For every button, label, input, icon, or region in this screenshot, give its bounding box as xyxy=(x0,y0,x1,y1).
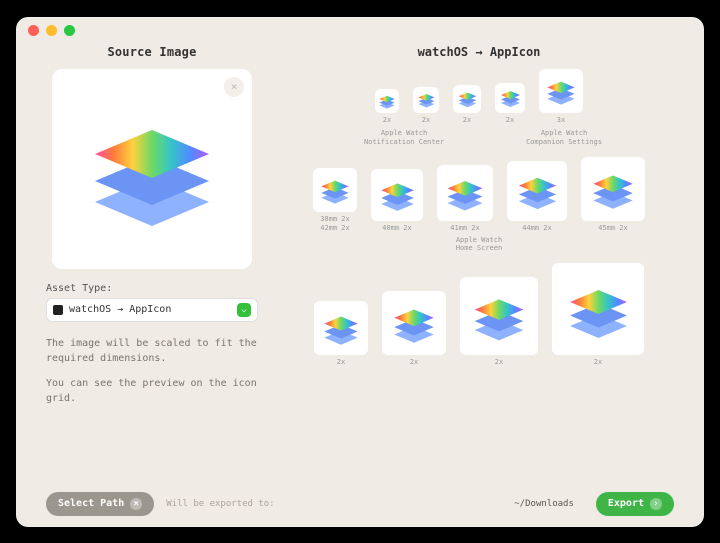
group-caption: Apple Watch Notification Center xyxy=(334,129,474,147)
icon-cell: 44mm 2x xyxy=(507,161,567,233)
asset-type-row: Asset Type: watchOS → AppIcon ⌵ xyxy=(46,283,258,322)
export-hint: Will be exported to: xyxy=(166,499,502,509)
icon-tile xyxy=(460,277,538,355)
icon-size-label: 3x xyxy=(557,116,565,125)
icon-cell: 3x xyxy=(539,69,583,125)
icon-cell: 2x xyxy=(413,87,439,125)
icon-size-label: 2x xyxy=(506,116,514,125)
close-icon: × xyxy=(231,80,238,93)
grid-group-2: 38mm 2x 42mm 2x 40mm 2x 41mm 2x 44mm 2x … xyxy=(284,157,674,253)
icon-tile xyxy=(382,291,446,355)
icon-cell: 38mm 2x 42mm 2x xyxy=(313,168,357,233)
source-image-well[interactable]: × xyxy=(52,69,252,269)
asset-type-select[interactable]: watchOS → AppIcon ⌵ xyxy=(46,298,258,322)
icon-tile xyxy=(507,161,567,221)
select-path-button[interactable]: Select Path × xyxy=(46,492,154,516)
icon-tile xyxy=(495,83,525,113)
grid-group-3: 2x 2x 2x 2x xyxy=(284,263,674,367)
asset-type-value: watchOS → AppIcon xyxy=(69,304,171,315)
icon-cell: 2x xyxy=(460,277,538,367)
icon-size-label: 2x xyxy=(463,116,471,125)
icon-tile xyxy=(413,87,439,113)
icon-size-label: 45mm 2x xyxy=(598,224,628,233)
folder-icon: × xyxy=(130,498,142,510)
icon-tile xyxy=(453,85,481,113)
icon-size-label: 2x xyxy=(410,358,418,367)
window-minimize-button[interactable] xyxy=(46,25,57,36)
icon-size-label: 2x xyxy=(422,116,430,125)
icon-tile xyxy=(313,168,357,212)
source-title: Source Image xyxy=(46,45,258,59)
export-label: Export xyxy=(608,498,644,509)
right-column: watchOS → AppIcon 2x 2x 2x 2x 3x Apple W… xyxy=(284,45,674,481)
content: Source Image × xyxy=(16,45,704,481)
export-path: ~/Downloads xyxy=(514,499,574,509)
icon-tile xyxy=(539,69,583,113)
titlebar xyxy=(16,17,704,45)
arrow-right-icon: › xyxy=(650,498,662,510)
icon-size-label: 2x xyxy=(337,358,345,367)
left-column: Source Image × xyxy=(46,45,258,481)
icon-cell: 2x xyxy=(314,301,368,367)
icon-tile xyxy=(371,169,423,221)
icon-tile xyxy=(581,157,645,221)
icon-cell: 41mm 2x xyxy=(437,165,493,233)
icon-tile xyxy=(375,89,399,113)
app-window: Source Image × xyxy=(16,17,704,527)
select-path-label: Select Path xyxy=(58,498,124,509)
window-zoom-button[interactable] xyxy=(64,25,75,36)
watch-icon xyxy=(53,305,63,315)
grid-title: watchOS → AppIcon xyxy=(284,45,674,59)
icon-size-label: 40mm 2x xyxy=(382,224,412,233)
icon-cell: 45mm 2x xyxy=(581,157,645,233)
icon-tile xyxy=(552,263,644,355)
icon-size-label: 38mm 2x 42mm 2x xyxy=(320,215,350,233)
clear-source-button[interactable]: × xyxy=(224,77,244,97)
asset-type-label: Asset Type: xyxy=(46,283,258,294)
icon-cell: 2x xyxy=(453,85,481,125)
icon-cell: 2x xyxy=(495,83,525,125)
icon-size-label: 41mm 2x xyxy=(450,224,480,233)
source-stack-icon xyxy=(77,94,227,244)
icon-grid: 2x 2x 2x 2x 3x Apple Watch Notification … xyxy=(284,69,674,481)
icon-size-label: 2x xyxy=(383,116,391,125)
hint-line-2: You can see the preview on the icon grid… xyxy=(46,376,258,406)
icon-size-label: 44mm 2x xyxy=(522,224,552,233)
footer: Select Path × Will be exported to: ~/Dow… xyxy=(16,481,704,527)
icon-tile xyxy=(437,165,493,221)
icon-cell: 2x xyxy=(375,89,399,125)
icon-cell: 2x xyxy=(552,263,644,367)
icon-cell: 2x xyxy=(382,291,446,367)
icon-size-label: 2x xyxy=(594,358,602,367)
group-caption: Apple Watch Home Screen xyxy=(284,236,674,254)
icon-size-label: 2x xyxy=(495,358,503,367)
export-button[interactable]: Export › xyxy=(596,492,674,516)
hint-line-1: The image will be scaled to fit the requ… xyxy=(46,336,258,366)
grid-group-1: 2x 2x 2x 2x 3x Apple Watch Notification … xyxy=(284,69,674,147)
window-close-button[interactable] xyxy=(28,25,39,36)
icon-tile xyxy=(314,301,368,355)
icon-cell: 40mm 2x xyxy=(371,169,423,233)
group-caption: Apple Watch Companion Settings xyxy=(504,129,624,147)
chevron-down-icon: ⌵ xyxy=(237,303,251,317)
